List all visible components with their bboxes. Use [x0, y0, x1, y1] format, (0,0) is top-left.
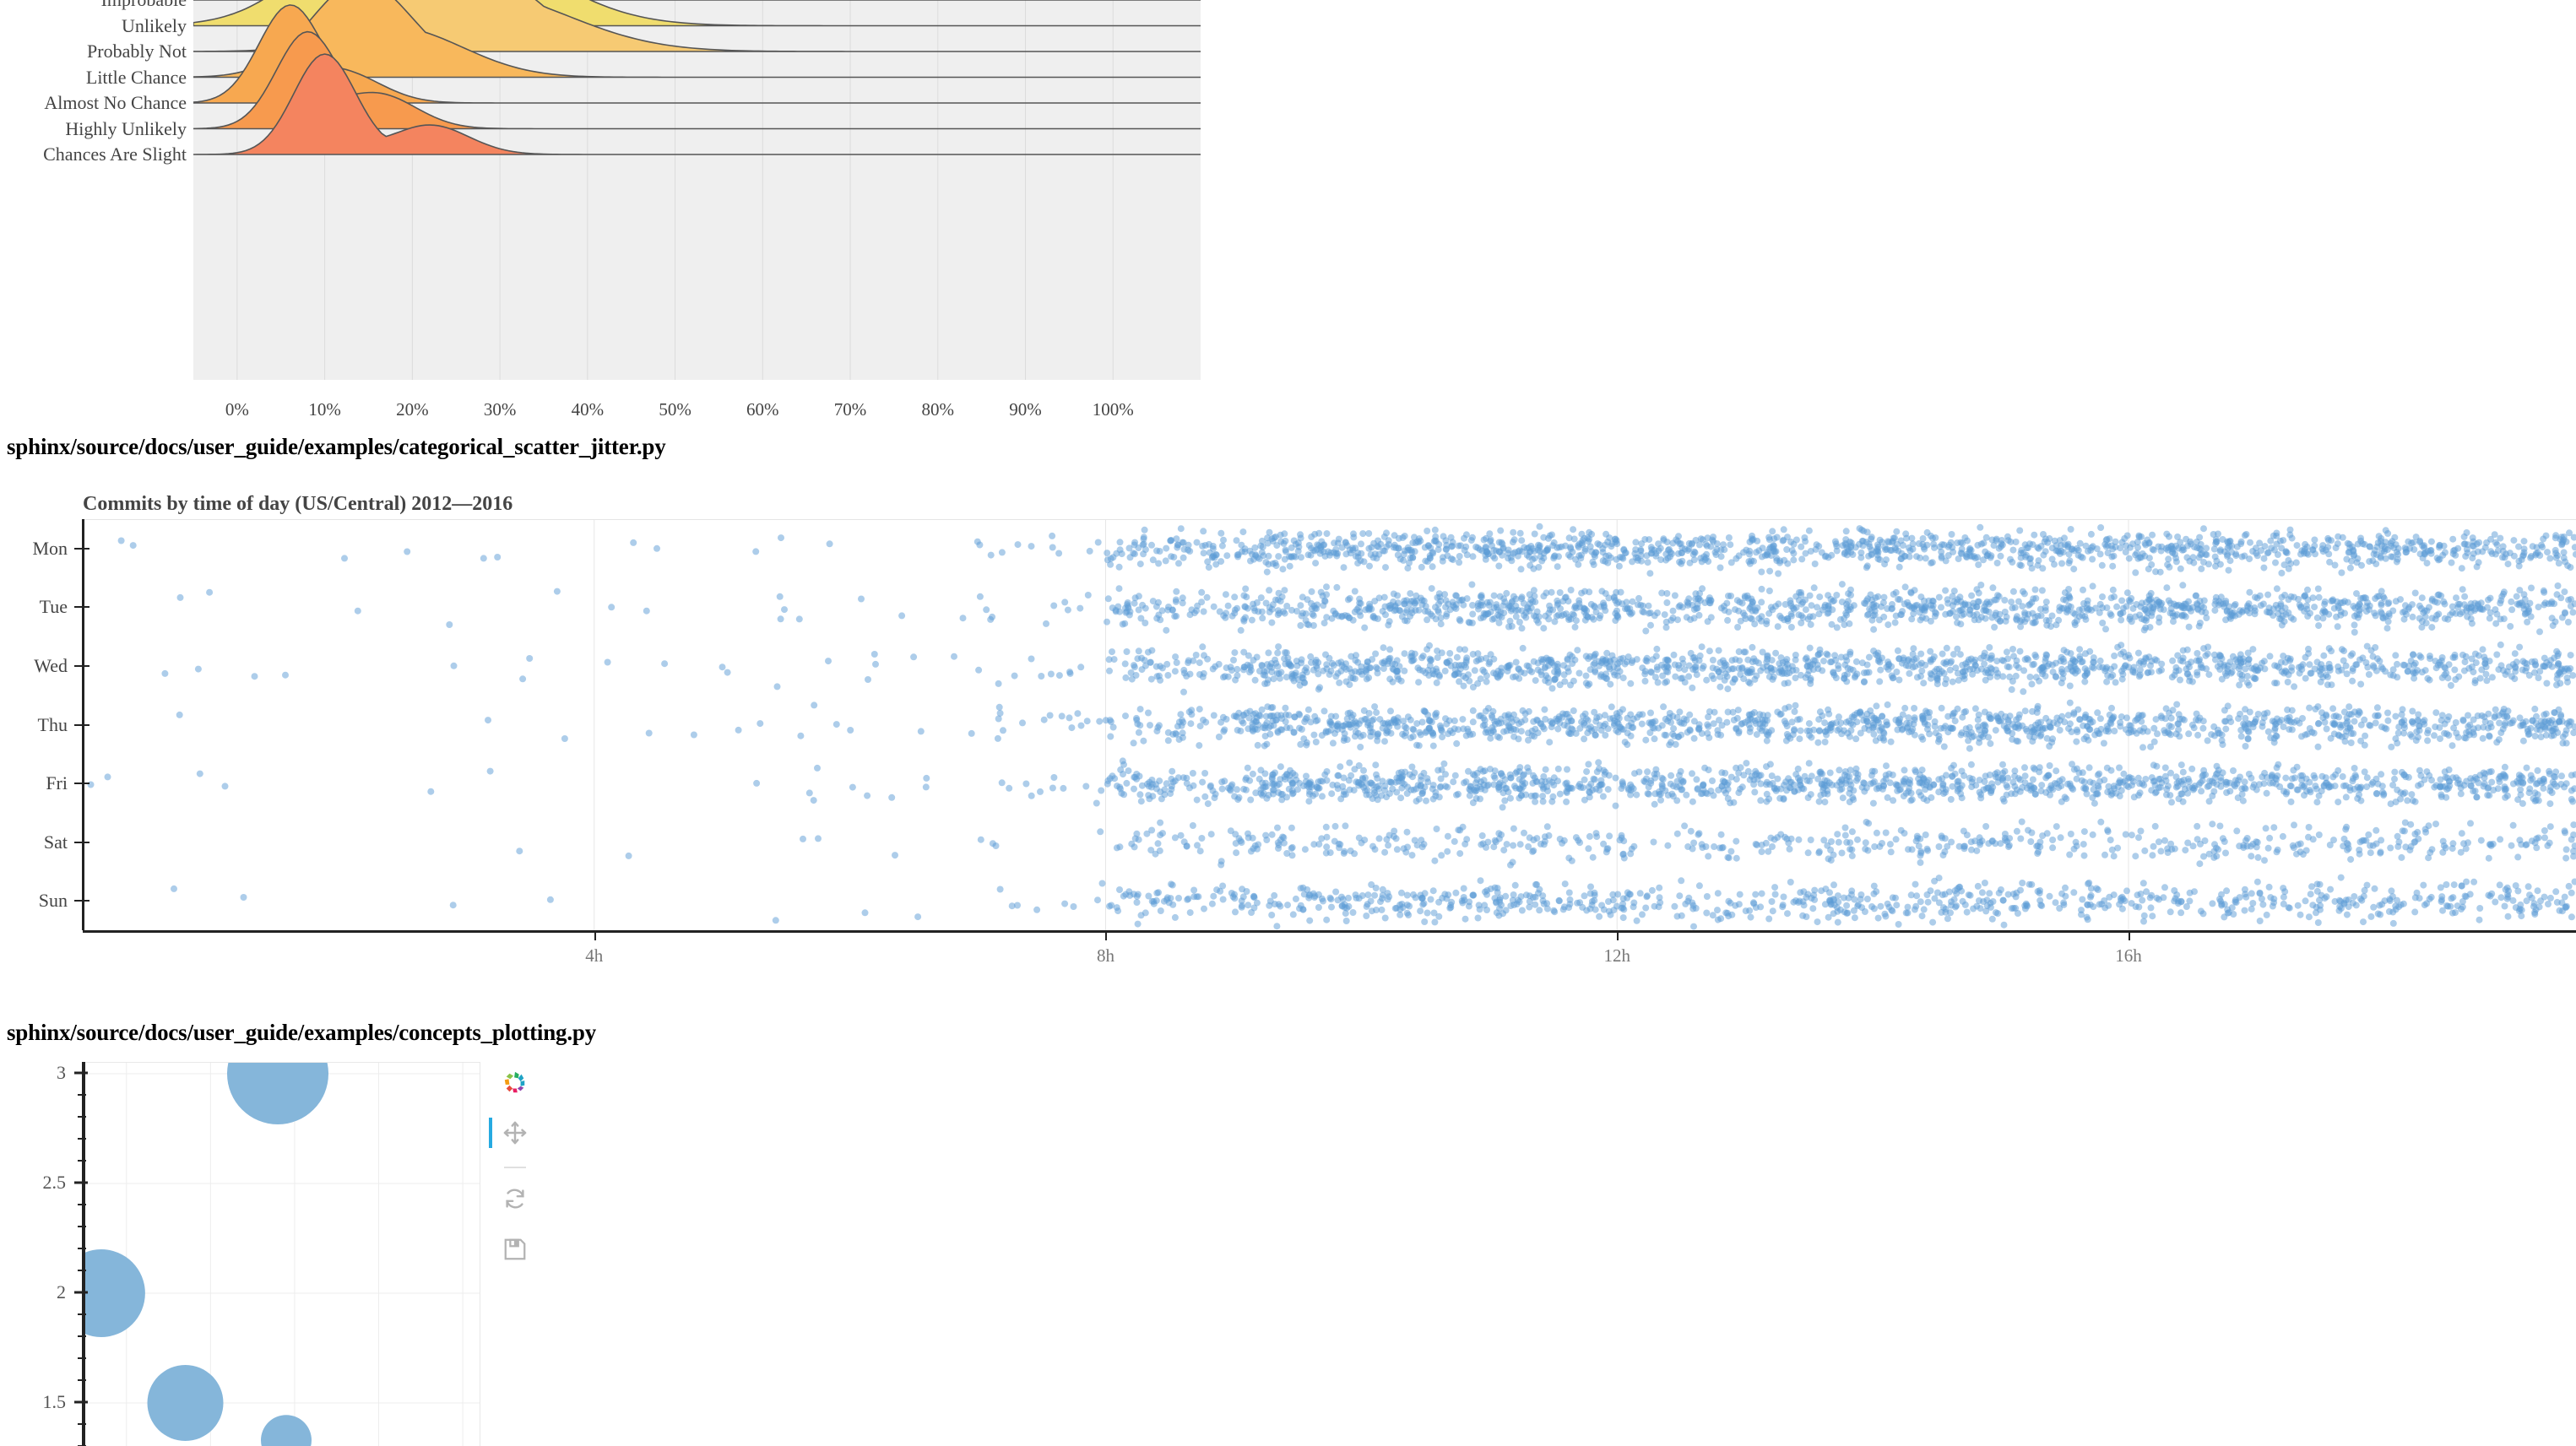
bokeh-toolbar[interactable]: [489, 1064, 540, 1317]
scatter-chart-title: Commits by time of day (US/Central) 2012…: [83, 493, 513, 515]
pan-tool-icon[interactable]: [489, 1114, 534, 1151]
bubble-y-tick-minor: [78, 1226, 86, 1227]
scatter-y-tick-label: Sat: [43, 831, 68, 853]
ridgeline-category-label: Little Chance: [85, 66, 187, 88]
scatter-x-tick-mark: [594, 930, 596, 940]
bubble-y-tick-major: [74, 1071, 88, 1075]
ridgeline-chart: Improbable Unlikely Probably Not Little Cha…: [0, 0, 2576, 435]
scatter-x-tick-label: 12h: [1603, 945, 1630, 966]
save-tool-icon[interactable]: [496, 1231, 534, 1268]
scatter-x-tick-mark: [2128, 930, 2130, 940]
ridgeline-plot-area[interactable]: [193, 0, 1201, 380]
bubble-y-tick-minor: [78, 1160, 86, 1162]
commits-scatter-chart: Commits by time of day (US/Central) 2012…: [0, 479, 2576, 989]
ridgeline-x-tick-label: 80%: [921, 399, 955, 420]
ridgeline-category-label: Chances Are Slight: [43, 144, 187, 165]
bubble-plot-area[interactable]: [84, 1062, 480, 1446]
scatter-plot-area[interactable]: [83, 519, 2576, 931]
bubble-point-2: [147, 1365, 224, 1441]
scatter-y-tick-mark: [74, 723, 89, 726]
bubble-y-tick-minor: [78, 1248, 86, 1249]
ridgeline-x-tick-label: 30%: [483, 399, 517, 420]
bubble-y-tick-label: 2.5: [42, 1172, 67, 1193]
ridgeline-x-tick-label: 40%: [571, 399, 605, 420]
page-root: Improbable Unlikely Probably Not Little Cha…: [0, 0, 2576, 1446]
bubble-y-tick-minor: [78, 1270, 86, 1271]
ridgeline-category-label: Highly Unlikely: [65, 117, 187, 139]
reset-tool-icon[interactable]: [496, 1180, 534, 1217]
bubble-y-tick-major: [74, 1400, 88, 1404]
ridgeline-category-label: Improbable: [0, 0, 187, 11]
bubble-y-tick-minor: [78, 1313, 86, 1315]
ridgeline-category-label: Probably Not: [87, 41, 187, 62]
ridgeline-svg: [193, 0, 1201, 380]
ridgeline-x-tick-label: 20%: [396, 399, 429, 420]
ridgeline-x-tick-label: 100%: [1092, 399, 1134, 420]
bubble-svg: [84, 1063, 480, 1446]
bubble-point-0: [227, 1063, 328, 1124]
scatter-x-tick-label: 8h: [1096, 945, 1114, 966]
bubble-point-1: [84, 1249, 145, 1337]
scatter-y-tick-mark: [74, 664, 89, 667]
bubble-y-tick-major: [74, 1291, 88, 1294]
scatter-y-tick-label: Mon: [32, 537, 68, 559]
bubble-y-tick-minor: [78, 1357, 86, 1359]
scatter-y-tick-label: Wed: [34, 654, 68, 676]
bubble-y-tick-label: 1.5: [42, 1391, 67, 1412]
scatter-y-tick-mark: [74, 841, 89, 843]
bubble-y-tick-major: [74, 1181, 88, 1184]
scatter-y-tick-label: Tue: [39, 596, 68, 618]
bubble-y-tick-minor: [78, 1094, 86, 1096]
scatter-y-tick-mark: [74, 606, 89, 609]
ridgeline-x-tick-label: 50%: [659, 399, 691, 420]
scatter-x-tick-mark: [1105, 930, 1108, 940]
scatter-x-axis-line: [83, 930, 2576, 933]
ridgeline-x-tick-label: 90%: [1009, 399, 1042, 420]
scatter-y-tick-mark: [74, 547, 89, 550]
bubble-y-tick-minor: [78, 1335, 86, 1337]
toolbar-divider: [504, 1167, 526, 1168]
ridgeline-x-tick-label: 60%: [746, 399, 779, 420]
scatter-y-tick-label: Fri: [46, 772, 68, 794]
scatter-x-tick-label: 16h: [2115, 945, 2142, 966]
scatter-y-tick-label: Sun: [38, 890, 68, 912]
scatter-y-tick-mark: [74, 900, 89, 902]
scatter-y-tick-label: Thu: [37, 713, 68, 735]
ridgeline-category-label: Almost No Chance: [44, 92, 187, 113]
concepts-plotting-chart: 3 2.5 2 1.5: [0, 1062, 2576, 1446]
scatter-y-tick-mark: [74, 783, 89, 785]
file-path-heading-categorical-scatter-jitter: sphinx/source/docs/user_guide/examples/c…: [7, 434, 666, 459]
scatter-svg: [87, 520, 2576, 931]
bubble-y-tick-minor: [78, 1116, 86, 1118]
ridgeline-x-tick-label: 0%: [225, 399, 249, 420]
bubble-y-tick-label: 3: [57, 1062, 66, 1083]
ridgeline-x-tick-label: 70%: [833, 399, 867, 420]
ridgeline-category-label: Unlikely: [122, 14, 187, 36]
ridgeline-x-tick-label: 10%: [308, 399, 341, 420]
scatter-x-tick-label: 4h: [585, 945, 604, 966]
file-path-heading-concepts-plotting: sphinx/source/docs/user_guide/examples/c…: [7, 1020, 597, 1045]
active-tool-indicator: [489, 1118, 492, 1148]
bubble-y-axis-line: [82, 1062, 85, 1446]
bubble-y-tick-label: 2: [57, 1281, 66, 1302]
bubble-point-3: [261, 1415, 312, 1446]
scatter-x-tick-mark: [1617, 930, 1619, 940]
bubble-y-tick-minor: [78, 1138, 86, 1140]
bokeh-logo-icon: [496, 1064, 534, 1101]
bubble-y-tick-minor: [78, 1423, 86, 1425]
ridgeline-area-3: [193, 0, 1201, 79]
bubble-y-tick-minor: [78, 1379, 86, 1381]
bubble-y-tick-minor: [78, 1204, 86, 1205]
